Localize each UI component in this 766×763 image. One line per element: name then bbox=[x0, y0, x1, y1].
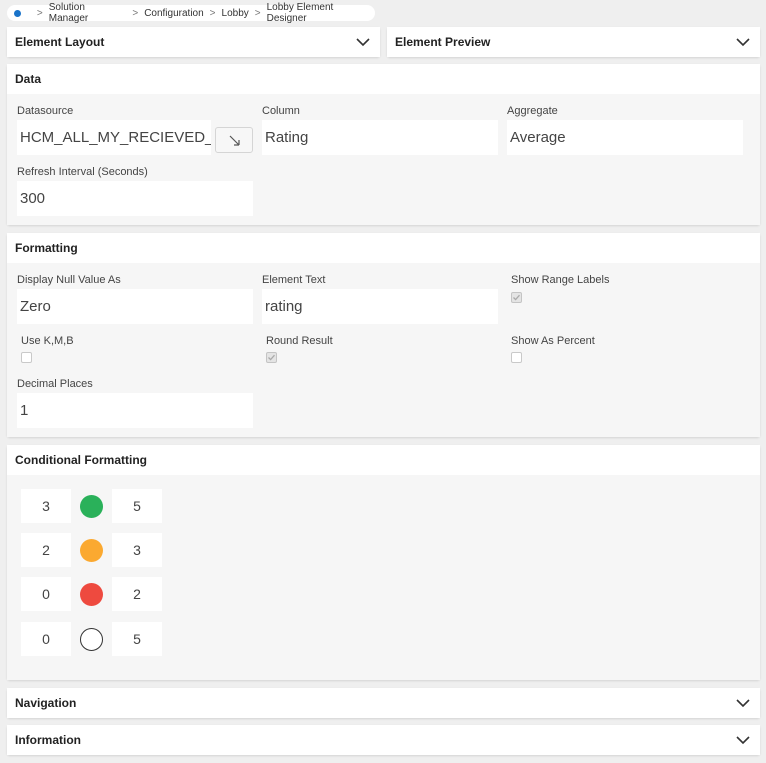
information-title: Information bbox=[15, 733, 81, 747]
chevron-down-icon[interactable] bbox=[356, 37, 370, 47]
formatting-panel: Formatting Display Null Value As Zero El… bbox=[7, 233, 760, 437]
open-arrow-icon bbox=[229, 135, 240, 146]
use-kmb-label: Use K,M,B bbox=[21, 335, 74, 347]
conditional-formatting-title: Conditional Formatting bbox=[15, 453, 147, 467]
decimal-places-input[interactable]: 1 bbox=[17, 393, 253, 428]
rule-color-swatch-2[interactable] bbox=[80, 583, 103, 606]
element-preview-title: Element Preview bbox=[395, 35, 491, 49]
datasource-input[interactable]: HCM_ALL_MY_RECIEVED_FEEDBACK bbox=[17, 120, 211, 155]
rule-color-swatch-1[interactable] bbox=[80, 539, 103, 562]
rule-min-input[interactable]: 0 bbox=[21, 622, 71, 656]
rule-max-input[interactable]: 3 bbox=[112, 533, 162, 567]
show-range-labels-checkbox[interactable] bbox=[511, 292, 522, 303]
rule-color-swatch-3[interactable] bbox=[80, 628, 103, 651]
formatting-title: Formatting bbox=[15, 241, 78, 255]
chevron-down-icon[interactable] bbox=[736, 735, 750, 745]
home-dot-icon[interactable] bbox=[14, 9, 21, 17]
data-title: Data bbox=[15, 72, 42, 86]
rule-color-swatch-0[interactable] bbox=[80, 495, 103, 518]
data-panel: Data Datasource HCM_ALL_MY_RECIEVED_FEED… bbox=[7, 64, 760, 225]
refresh-interval-label: Refresh Interval (Seconds) bbox=[17, 166, 148, 178]
conditional-formatting-panel: Conditional Formatting 3 5 2 3 0 2 0 5 bbox=[7, 445, 760, 680]
column-input[interactable]: Rating bbox=[262, 120, 498, 155]
element-text-label: Element Text bbox=[262, 274, 326, 286]
rule-max-input[interactable]: 5 bbox=[112, 489, 162, 523]
breadcrumb-separator: > bbox=[209, 7, 216, 19]
chevron-down-icon[interactable] bbox=[736, 698, 750, 708]
refresh-interval-input[interactable]: 300 bbox=[17, 181, 253, 216]
use-kmb-checkbox[interactable] bbox=[21, 352, 32, 363]
breadcrumb-lobby[interactable]: Lobby bbox=[222, 8, 249, 19]
aggregate-label: Aggregate bbox=[507, 105, 558, 117]
decimal-places-label: Decimal Places bbox=[17, 378, 93, 390]
rule-min-input[interactable]: 0 bbox=[21, 577, 71, 611]
check-icon bbox=[513, 294, 520, 301]
datasource-label: Datasource bbox=[17, 105, 74, 117]
rule-max-input[interactable]: 2 bbox=[112, 577, 162, 611]
navigation-panel[interactable]: Navigation bbox=[7, 688, 760, 718]
rule-min-input[interactable]: 2 bbox=[21, 533, 71, 567]
breadcrumb: > Solution Manager > Configuration > Lob… bbox=[7, 2, 375, 24]
breadcrumb-lobby-element-designer: Lobby Element Designer bbox=[266, 2, 334, 24]
element-layout-title: Element Layout bbox=[15, 35, 105, 49]
breadcrumb-separator: > bbox=[254, 7, 261, 19]
element-preview-panel[interactable]: Element Preview bbox=[387, 27, 760, 57]
column-label: Column bbox=[262, 105, 300, 117]
check-icon bbox=[268, 354, 275, 361]
element-layout-panel[interactable]: Element Layout bbox=[7, 27, 380, 57]
show-as-percent-checkbox[interactable] bbox=[511, 352, 522, 363]
breadcrumb-configuration[interactable]: Configuration bbox=[144, 8, 203, 19]
show-as-percent-label: Show As Percent bbox=[511, 335, 595, 347]
aggregate-input[interactable]: Average bbox=[507, 120, 743, 155]
information-panel[interactable]: Information bbox=[7, 725, 760, 755]
round-result-checkbox[interactable] bbox=[266, 352, 277, 363]
round-result-label: Round Result bbox=[266, 335, 333, 347]
breadcrumb-separator: > bbox=[132, 7, 139, 19]
chevron-down-icon[interactable] bbox=[736, 37, 750, 47]
navigation-title: Navigation bbox=[15, 696, 77, 710]
datasource-lookup-button[interactable] bbox=[215, 127, 253, 153]
show-range-labels-label: Show Range Labels bbox=[511, 274, 610, 286]
breadcrumb-separator: > bbox=[36, 7, 43, 19]
element-text-input[interactable]: rating bbox=[262, 289, 498, 324]
breadcrumb-solution-manager[interactable]: Solution Manager bbox=[49, 2, 127, 24]
rule-min-input[interactable]: 3 bbox=[21, 489, 71, 523]
null-value-input[interactable]: Zero bbox=[17, 289, 253, 324]
null-value-label: Display Null Value As bbox=[17, 274, 121, 286]
rule-max-input[interactable]: 5 bbox=[112, 622, 162, 656]
